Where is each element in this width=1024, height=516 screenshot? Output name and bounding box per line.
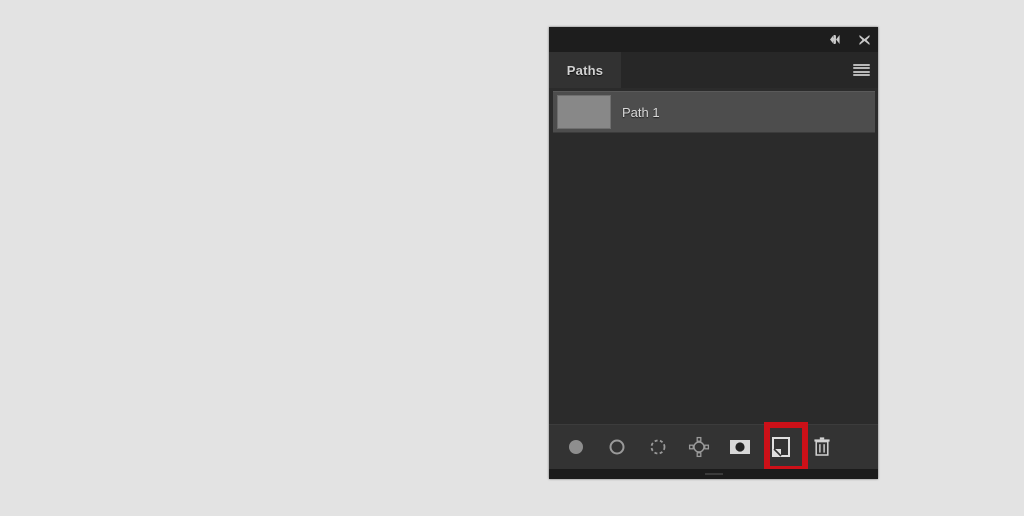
close-icon[interactable] — [856, 32, 872, 48]
collapse-to-icons-icon[interactable] — [826, 32, 842, 48]
new-page-icon — [771, 437, 790, 457]
create-new-path-button[interactable] — [760, 428, 801, 466]
paths-toolbar — [549, 422, 878, 472]
panel-menu-button[interactable] — [844, 52, 878, 88]
path-list-item[interactable]: Path 1 — [553, 91, 875, 133]
circle-outline-icon — [609, 439, 624, 455]
path-name-label: Path 1 — [622, 104, 660, 120]
paths-panel: Paths Path 1 — [549, 27, 878, 479]
add-layer-mask-button[interactable] — [719, 428, 760, 466]
resize-grip[interactable] — [704, 473, 723, 475]
load-selection-button[interactable] — [637, 428, 678, 466]
delete-path-button[interactable] — [801, 428, 842, 466]
stroke-path-button[interactable] — [596, 428, 637, 466]
panel-tabstrip: Paths — [549, 52, 878, 88]
tab-paths-label: Paths — [566, 62, 604, 78]
panel-footer — [549, 469, 878, 479]
titlebar-controls — [826, 27, 872, 52]
filled-circle-icon — [568, 440, 583, 454]
tabstrip-spacer — [621, 52, 844, 88]
layer-mask-icon — [729, 440, 750, 454]
paths-list[interactable]: Path 1 — [549, 88, 878, 424]
tab-paths[interactable]: Paths — [549, 52, 621, 88]
anchor-points-circle-icon — [688, 436, 709, 458]
path-thumbnail — [557, 95, 611, 129]
trash-icon — [813, 437, 830, 456]
fill-path-button[interactable] — [555, 428, 596, 466]
make-work-path-button[interactable] — [678, 428, 719, 466]
panel-titlebar — [549, 27, 878, 52]
hamburger-menu-icon — [852, 64, 870, 76]
dashed-circle-icon — [650, 439, 665, 455]
